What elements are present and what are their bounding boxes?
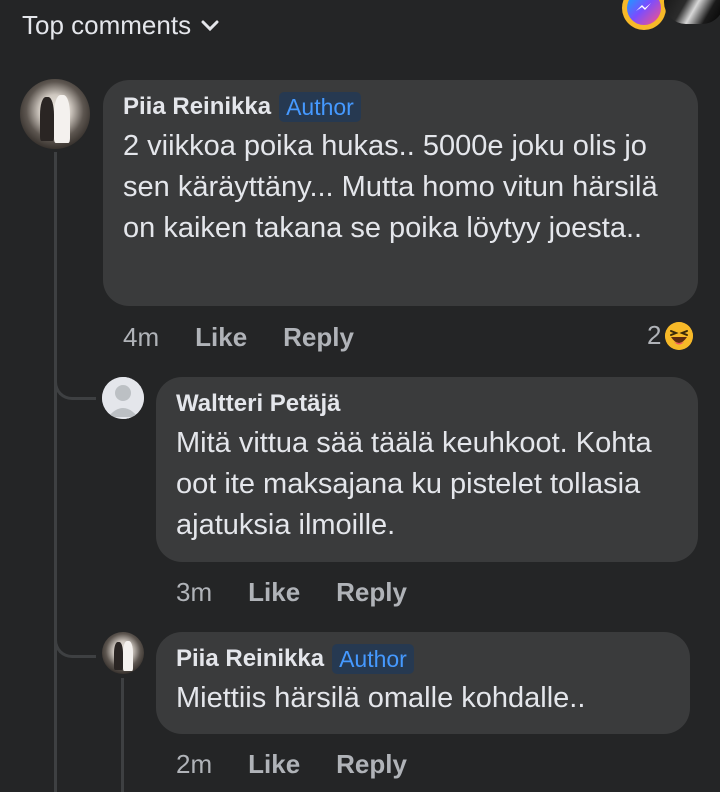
avatar[interactable] (102, 377, 144, 419)
comment-time[interactable]: 4m (123, 322, 159, 353)
author-badge: Author (332, 644, 414, 674)
comment-actions: 3m Like Reply (176, 577, 407, 608)
comment-author[interactable]: Piia Reinikka (176, 644, 324, 674)
comment-bubble[interactable]: Waltteri Petäjä Mitä vittua sää täälä ke… (156, 377, 698, 562)
comments-sort-dropdown[interactable]: Top comments (22, 10, 219, 41)
reply-button[interactable]: Reply (336, 577, 407, 608)
comment-text: 2 viikkoa poika hukas.. 5000e joku olis … (123, 130, 658, 244)
comment-time[interactable]: 2m (176, 749, 212, 780)
author-badge: Author (279, 92, 361, 122)
comment-actions: 2m Like Reply (176, 749, 407, 780)
thread-line (54, 152, 57, 792)
like-button[interactable]: Like (248, 577, 300, 608)
comment-actions: 4m Like Reply (123, 322, 354, 353)
reply-button[interactable]: Reply (336, 749, 407, 780)
reaction-summary[interactable]: 2 (647, 320, 694, 351)
comment-text: Miettiis härsilä omalle kohdalle.. (176, 682, 586, 714)
sort-label: Top comments (22, 10, 192, 40)
like-button[interactable]: Like (248, 749, 300, 780)
comment-time[interactable]: 3m (176, 577, 212, 608)
messenger-icon[interactable] (622, 0, 666, 30)
haha-reaction-icon (665, 321, 694, 350)
comment-bubble[interactable]: Piia Reinikka Author Miettiis härsilä om… (156, 632, 690, 734)
avatar[interactable] (20, 79, 90, 149)
avatar[interactable] (102, 632, 144, 674)
thread-line (121, 678, 124, 792)
comment-author[interactable]: Piia Reinikka (123, 92, 271, 122)
reply-connector (54, 360, 96, 400)
comment-bubble[interactable]: Piia Reinikka Author 2 viikkoa poika huk… (103, 80, 698, 306)
reply-button[interactable]: Reply (283, 322, 354, 353)
chat-head-thumbnail[interactable] (664, 0, 720, 24)
reply-connector (54, 618, 96, 658)
comment-text: Mitä vittua sää täälä keuhkoot. Kohta oo… (176, 427, 652, 541)
comment-author[interactable]: Waltteri Petäjä (176, 389, 341, 419)
like-button[interactable]: Like (195, 322, 247, 353)
chevron-down-icon (201, 20, 219, 32)
reaction-count: 2 (647, 320, 662, 350)
